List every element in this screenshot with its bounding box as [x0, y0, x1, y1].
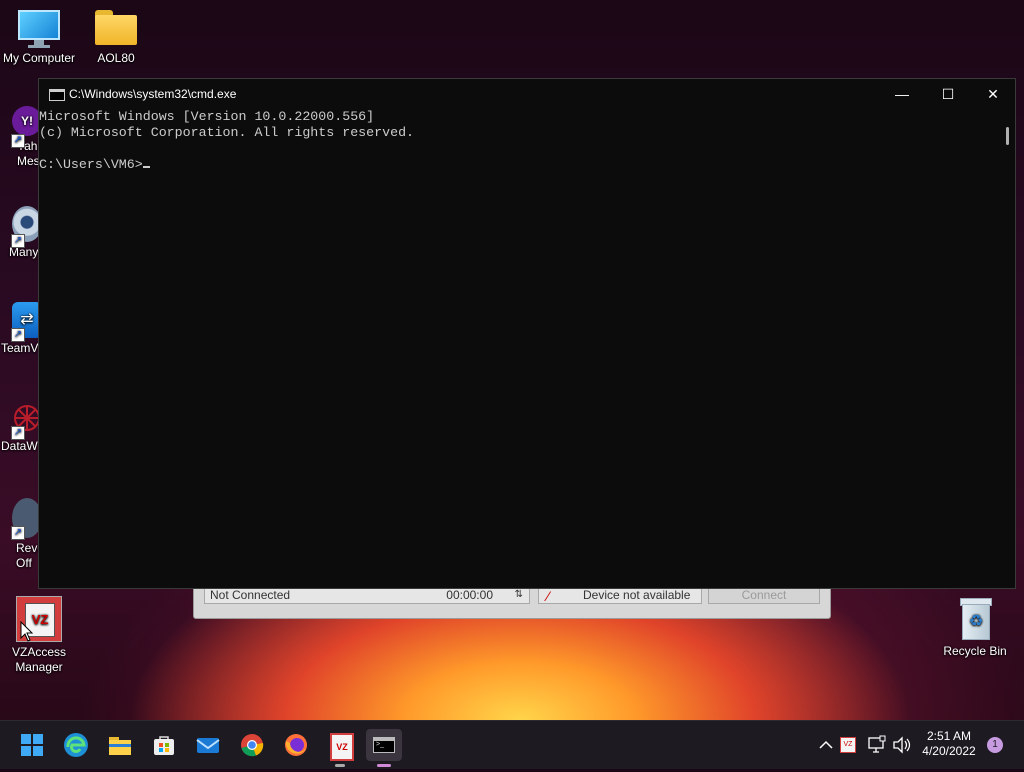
folder-icon	[95, 10, 137, 46]
shortcut-arrow-icon: ↗	[11, 328, 25, 342]
title-bar[interactable]: C:\Windows\system32\cmd.exe — ☐ ✕	[39, 79, 1015, 109]
desktop-icon-label: Recycle Bin	[943, 644, 1007, 658]
edge-icon	[64, 733, 88, 757]
start-button[interactable]	[16, 729, 48, 761]
text-cursor	[142, 166, 150, 168]
taskbar-cmd[interactable]: >_	[366, 729, 402, 767]
cmd-taskbar-icon: >_	[373, 737, 395, 753]
speaker-icon	[893, 736, 911, 754]
shortcut-arrow-icon: ↗	[11, 234, 25, 248]
desktop-icon-label: AOL80	[97, 51, 135, 65]
mouse-pointer-icon	[20, 621, 34, 642]
shortcut-arrow-icon: ↗	[11, 426, 25, 440]
windows-logo-icon	[21, 734, 43, 756]
device-status: Device not available	[583, 588, 691, 602]
connection-status: Not Connected	[210, 588, 291, 602]
taskbar-mail[interactable]	[192, 729, 224, 761]
console-prompt-line: C:\Users\VM6>	[39, 157, 999, 173]
tray-vzaccess[interactable]: VZ	[840, 721, 856, 769]
taskbar: VZ >_ VZ 2:51 AM 4/20/2022 1	[0, 720, 1024, 769]
monitor-icon	[18, 10, 60, 48]
close-button[interactable]: ✕	[970, 79, 1016, 109]
clock[interactable]: 2:51 AM 4/20/2022	[918, 721, 980, 769]
desktop-icon-label: My Computer	[2, 51, 76, 65]
scrollbar-thumb[interactable]	[1006, 127, 1009, 145]
taskbar-firefox[interactable]	[280, 729, 312, 761]
desktop-icon-vzaccess-manager[interactable]: VZ VZAccess Manager	[1, 596, 77, 675]
chevron-up-icon	[819, 740, 833, 749]
console-prompt: C:\Users\VM6>	[39, 157, 143, 172]
minimize-button[interactable]: —	[879, 79, 925, 109]
tray-volume[interactable]	[891, 721, 913, 769]
cmd-app-icon	[49, 89, 65, 101]
console-output[interactable]: Microsoft Windows [Version 10.0.22000.55…	[39, 109, 999, 588]
desktop-icon-recycle-bin[interactable]: ♻ Recycle Bin	[937, 598, 1013, 659]
mail-icon	[196, 738, 220, 753]
taskbar-file-explorer[interactable]	[104, 729, 136, 761]
vzaccess-tray-icon: VZ	[840, 737, 856, 753]
chrome-icon	[241, 734, 264, 757]
maximize-button[interactable]: ☐	[925, 79, 971, 109]
store-icon	[154, 736, 174, 755]
desktop-icon-my-computer[interactable]: My Computer	[1, 10, 77, 66]
running-indicator	[335, 764, 345, 767]
notification-badge: 1	[987, 737, 1003, 753]
show-hidden-icons-button[interactable]	[816, 721, 836, 769]
clock-date: 4/20/2022	[922, 744, 976, 758]
shortcut-arrow-icon: ↗	[11, 134, 25, 148]
file-explorer-icon	[109, 737, 131, 755]
taskbar-vzaccess[interactable]: VZ	[324, 729, 356, 767]
vzaccess-taskbar-icon: VZ	[330, 733, 354, 761]
console-line: (c) Microsoft Corporation. All rights re…	[39, 125, 415, 140]
desktop-icon-label: VZAccess Manager	[11, 645, 66, 674]
window-title: C:\Windows\system32\cmd.exe	[69, 87, 237, 101]
taskbar-store[interactable]	[148, 729, 180, 761]
taskbar-edge[interactable]	[60, 729, 92, 761]
shortcut-arrow-icon: ↗	[11, 526, 25, 540]
taskbar-chrome[interactable]	[236, 729, 268, 761]
network-icon	[868, 735, 886, 753]
recycle-bin-icon: ♻	[958, 598, 992, 640]
device-icon: ⁄	[547, 588, 550, 604]
desktop-icon-aol80[interactable]: AOL80	[78, 10, 154, 66]
active-indicator	[377, 764, 391, 767]
console-line: Microsoft Windows [Version 10.0.22000.55…	[39, 109, 375, 124]
notification-button[interactable]: 1	[987, 721, 1003, 769]
tray-network[interactable]	[866, 721, 888, 769]
cmd-window[interactable]: C:\Windows\system32\cmd.exe — ☐ ✕ Micros…	[38, 78, 1016, 589]
clock-time: 2:51 AM	[926, 729, 972, 743]
firefox-icon	[285, 734, 307, 756]
vertical-scrollbar[interactable]	[999, 109, 1015, 588]
